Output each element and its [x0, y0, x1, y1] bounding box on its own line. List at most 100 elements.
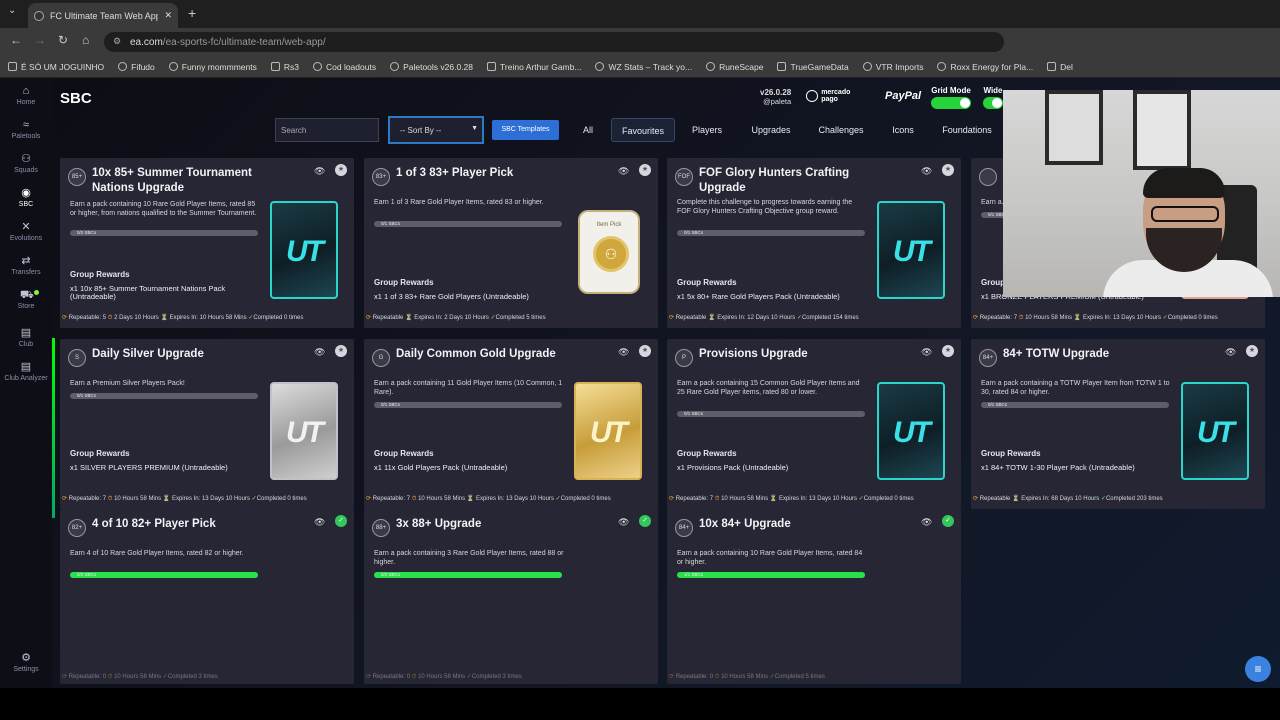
star-icon[interactable]: ★ [639, 345, 651, 357]
sidebar-item-sbc[interactable]: ◉ SBC [0, 188, 52, 209]
check-icon[interactable]: ✓ [639, 515, 651, 527]
sidebar-item-club[interactable]: ▤ Club [0, 328, 52, 349]
bookmark-item[interactable]: Treino Arthur Gamb... [487, 62, 581, 72]
search-input[interactable]: Search [275, 118, 379, 142]
eye-icon[interactable]: 👁 [921, 347, 932, 358]
repeatable-text: Repeatable: 7 [372, 496, 411, 502]
eye-icon[interactable]: 👁 [314, 347, 325, 358]
home-icon: ⌂ [22, 85, 30, 97]
star-icon[interactable]: ★ [942, 345, 954, 357]
sbc-card[interactable]: 85+ 10x 85+ Summer Tournament Nations Upg… [60, 158, 354, 328]
star-icon[interactable]: ★ [942, 164, 954, 176]
home-browser-icon[interactable]: ⌂ [82, 33, 89, 47]
reload-icon[interactable]: ↻ [58, 33, 68, 47]
sbc-card[interactable]: 84+ 10x 84+ Upgrade 👁 ✓ Earn a pack containi… [667, 509, 961, 684]
browser-tab[interactable]: FC Ultimate Team Web App - EA ✕ [28, 3, 178, 28]
bookmark-icon [118, 62, 128, 71]
bookmark-item[interactable]: Roxx Energy for Pla... [937, 62, 1033, 72]
bookmark-item[interactable]: Funny mommments [168, 62, 257, 72]
sidebar-item-label: Store [17, 303, 35, 310]
bookmark-label: TrueGameData [790, 61, 849, 72]
sidebar-item-transfers[interactable]: ⇄ Transfers [0, 256, 52, 277]
sbc-footer: ⟳ Repeatable ⏳ Expires In: 12 Days 10 Ho… [669, 314, 859, 321]
sbc-card[interactable]: 82+ 4 of 10 82+ Player Pick 👁 ✓ Earn 4 of 10… [60, 509, 354, 684]
eye-icon[interactable]: 👁 [314, 166, 325, 177]
wide-switch[interactable] [983, 97, 1003, 109]
bookmark-item[interactable]: Del [1047, 62, 1073, 72]
repeatable-text: Repeatable: 7 [675, 496, 714, 502]
sbc-card[interactable]: 88+ 3x 88+ Upgrade 👁 ✓ Earn a pack containin… [364, 509, 658, 684]
bookmark-item[interactable]: WZ Stats – Track yo... [595, 62, 692, 72]
mercado-pago-button[interactable]: mercado pago [806, 87, 856, 104]
bookmark-item[interactable]: Fifudo [118, 62, 155, 72]
sort-select[interactable]: -- Sort By -- ▼ [388, 116, 484, 144]
bookmark-item[interactable]: É SÓ UM JOGUINHO [8, 62, 104, 72]
eye-icon[interactable]: 👁 [921, 517, 932, 528]
sbc-card-header: 83+ 1 of 3 83+ Player Pick [372, 166, 592, 186]
sbc-title: 10x 85+ Summer Tournament Nations Upgrad… [92, 167, 252, 194]
sbc-card[interactable]: 83+ 1 of 3 83+ Player Pick 👁 ★ Earn 1 of 3 R… [364, 158, 658, 328]
sidebar-item-settings[interactable]: ⚙ Settings [0, 653, 52, 674]
tab-players[interactable]: Players [683, 118, 731, 142]
sidebar-item-evolutions[interactable]: ✕ Evolutions [0, 222, 52, 243]
bookmark-item[interactable]: RuneScape [706, 62, 763, 72]
star-icon[interactable]: ★ [639, 164, 651, 176]
bookmark-item[interactable]: VTR Imports [862, 62, 923, 72]
sbc-card[interactable]: S Daily Silver Upgrade 👁 ★ Earn a Premium Si… [60, 339, 354, 509]
tab-foundations[interactable]: Foundations [937, 118, 997, 142]
tab-upgrades[interactable]: Upgrades [745, 118, 797, 142]
footer-icon: ✓ [768, 674, 775, 680]
bookmark-item[interactable]: TrueGameData [777, 61, 849, 72]
new-tab-icon[interactable]: + [188, 5, 196, 21]
tab-search-icon[interactable]: ⌄ [8, 5, 16, 16]
paypal-button[interactable]: PayPal [885, 90, 921, 102]
sbc-card[interactable]: G Daily Common Gold Upgrade 👁 ★ Earn a pack … [364, 339, 658, 509]
footer-icon: ⟳ [669, 496, 676, 502]
eye-icon[interactable]: 👁 [618, 166, 629, 177]
tab-challenges[interactable]: Challenges [813, 118, 869, 142]
site-info-icon[interactable]: ⚙ [113, 36, 121, 47]
sbc-card[interactable]: P Provisions Upgrade 👁 ★ Earn a pack contain… [667, 339, 961, 509]
close-tab-icon[interactable]: ✕ [164, 10, 172, 21]
grid-mode-switch[interactable] [931, 97, 971, 109]
star-icon[interactable]: ★ [335, 164, 347, 176]
chevron-down-icon: ▼ [471, 125, 478, 132]
eye-icon[interactable]: 👁 [921, 166, 932, 177]
bookmark-item[interactable]: Rs3 [270, 62, 299, 72]
sbc-description: Earn a pack containing 15 Common Gold Pl… [677, 380, 860, 396]
reward-pack-image: UT [877, 382, 945, 480]
eye-icon[interactable]: 👁 [314, 517, 325, 528]
filter-fab-icon[interactable]: ≡ [1245, 656, 1271, 682]
sidebar-item-squads[interactable]: ⚇ Squads [0, 154, 52, 175]
wide-toggle[interactable]: Wide [983, 86, 1003, 109]
tab-favourites[interactable]: Favourites [611, 118, 675, 142]
back-icon[interactable]: ← [10, 33, 22, 47]
eye-icon[interactable]: 👁 [1225, 347, 1236, 358]
sbc-card[interactable]: FOF FOF Glory Hunters Crafting Upgrade 👁 ★ C… [667, 158, 961, 328]
repeatable-text: Repeatable [675, 315, 707, 321]
sbc-templates-button[interactable]: SBC Templates [492, 120, 559, 140]
eye-icon[interactable]: 👁 [618, 347, 629, 358]
bookmark-item[interactable]: Paletools v26.0.28 [390, 62, 473, 72]
bookmark-label: Fifudo [131, 61, 155, 72]
sidebar-item-store[interactable]: ⛟ Store [0, 290, 52, 310]
url-field[interactable]: ⚙ ea.com/ea-sports-fc/ultimate-team/web-… [104, 32, 1004, 52]
footer-icon: ⏳ [1072, 315, 1083, 321]
check-icon[interactable]: ✓ [335, 515, 347, 527]
star-icon[interactable]: ★ [1246, 345, 1258, 357]
sidebar-item-club-analyzer[interactable]: ▤ Club Analyzer [0, 362, 52, 383]
bookmark-item[interactable]: Cod loadouts [312, 62, 376, 72]
star-icon[interactable]: ★ [335, 345, 347, 357]
tab-icons[interactable]: Icons [883, 118, 923, 142]
sbc-card[interactable]: 84+ 84+ TOTW Upgrade 👁 ★ Earn a pack contain… [971, 339, 1265, 509]
forward-icon[interactable]: → [34, 33, 46, 47]
grid-mode-toggle[interactable]: Grid Mode [931, 86, 971, 109]
tab-all[interactable]: All [572, 118, 604, 142]
sidebar-item-home[interactable]: ⌂ Home [0, 85, 52, 107]
sbc-title: FOF Glory Hunters Crafting Upgrade [699, 167, 850, 194]
sbc-title: 84+ TOTW Upgrade [1003, 348, 1110, 360]
sbc-progress-bar: 2/2 SBCs [70, 572, 258, 578]
eye-icon[interactable]: 👁 [618, 517, 629, 528]
check-icon[interactable]: ✓ [942, 515, 954, 527]
sidebar-item-paletools[interactable]: ≈ Paletools [0, 120, 52, 141]
